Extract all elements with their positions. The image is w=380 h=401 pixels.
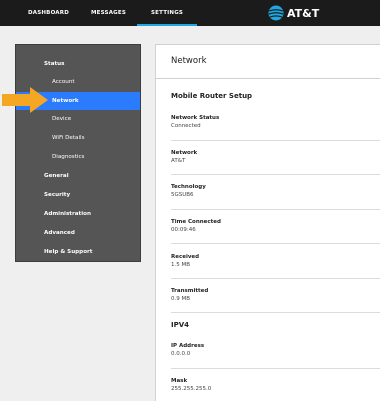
page-title: Network — [171, 56, 207, 66]
tab-messages[interactable]: MESSAGES — [91, 0, 126, 26]
field-value: 00:09:46 — [171, 227, 196, 233]
field-network-status: Network Status Connected — [171, 114, 219, 130]
field-transmitted: Transmitted 0.9 MB — [171, 287, 208, 303]
divider — [171, 209, 380, 210]
field-label: Technology — [171, 184, 206, 190]
sidebar-item-wifi-details[interactable]: WiFi Details — [16, 129, 140, 147]
globe-icon — [268, 5, 284, 21]
field-mask: Mask 255.255.255.0 — [171, 377, 211, 393]
sidebar-item-general[interactable]: General — [16, 167, 140, 185]
divider — [171, 243, 380, 244]
field-label: Network — [171, 150, 198, 156]
field-technology: Technology 5GSUB6 — [171, 183, 206, 199]
field-label: Mask — [171, 378, 188, 384]
field-value: 255.255.255.0 — [171, 386, 212, 392]
top-nav-bar: DASHBOARD MESSAGES SETTINGS AT&T — [0, 0, 380, 26]
sidebar-item-status[interactable]: Status — [16, 55, 140, 73]
arrow-right-icon — [2, 87, 48, 113]
field-label: Received — [171, 254, 200, 260]
divider — [171, 312, 380, 313]
sidebar-item-administration[interactable]: Administration — [16, 205, 140, 223]
field-label: Transmitted — [171, 288, 209, 294]
field-ip-address: IP Address 0.0.0.0 — [171, 342, 204, 358]
divider — [171, 174, 380, 175]
field-label: Network Status — [171, 115, 220, 121]
field-value: 0.9 MB — [171, 296, 191, 302]
sidebar-item-advanced[interactable]: Advanced — [16, 224, 140, 242]
field-value: 0.0.0.0 — [171, 351, 191, 357]
divider — [171, 140, 380, 141]
field-received: Received 1.5 MB — [171, 253, 199, 269]
field-value: AT&T — [171, 158, 186, 164]
sidebar: Status Account Network Device WiFi Detai… — [15, 44, 141, 262]
att-logo: AT&T — [268, 5, 319, 21]
field-label: Time Connected — [171, 219, 221, 225]
field-value: Connected — [171, 123, 201, 129]
sidebar-item-help-support[interactable]: Help & Support — [16, 243, 140, 261]
sidebar-item-security[interactable]: Security — [16, 186, 140, 204]
tab-settings[interactable]: SETTINGS — [136, 0, 198, 26]
section-title-ipv4: IPV4 — [171, 321, 190, 329]
field-network: Network AT&T — [171, 149, 197, 165]
field-time-connected: Time Connected 00:09:46 — [171, 218, 221, 234]
logo-text: AT&T — [287, 6, 320, 20]
field-value: 5GSUB6 — [171, 192, 194, 198]
sidebar-item-diagnostics[interactable]: Diagnostics — [16, 148, 140, 166]
divider — [171, 278, 380, 279]
section-title-router-setup: Mobile Router Setup — [171, 92, 253, 100]
panel-header: Network — [156, 45, 380, 79]
tab-dashboard[interactable]: DASHBOARD — [28, 0, 69, 26]
divider — [171, 368, 380, 369]
main-panel: Network Mobile Router Setup Network Stat… — [155, 44, 380, 401]
field-value: 1.5 MB — [171, 262, 191, 268]
field-label: IP Address — [171, 343, 205, 349]
